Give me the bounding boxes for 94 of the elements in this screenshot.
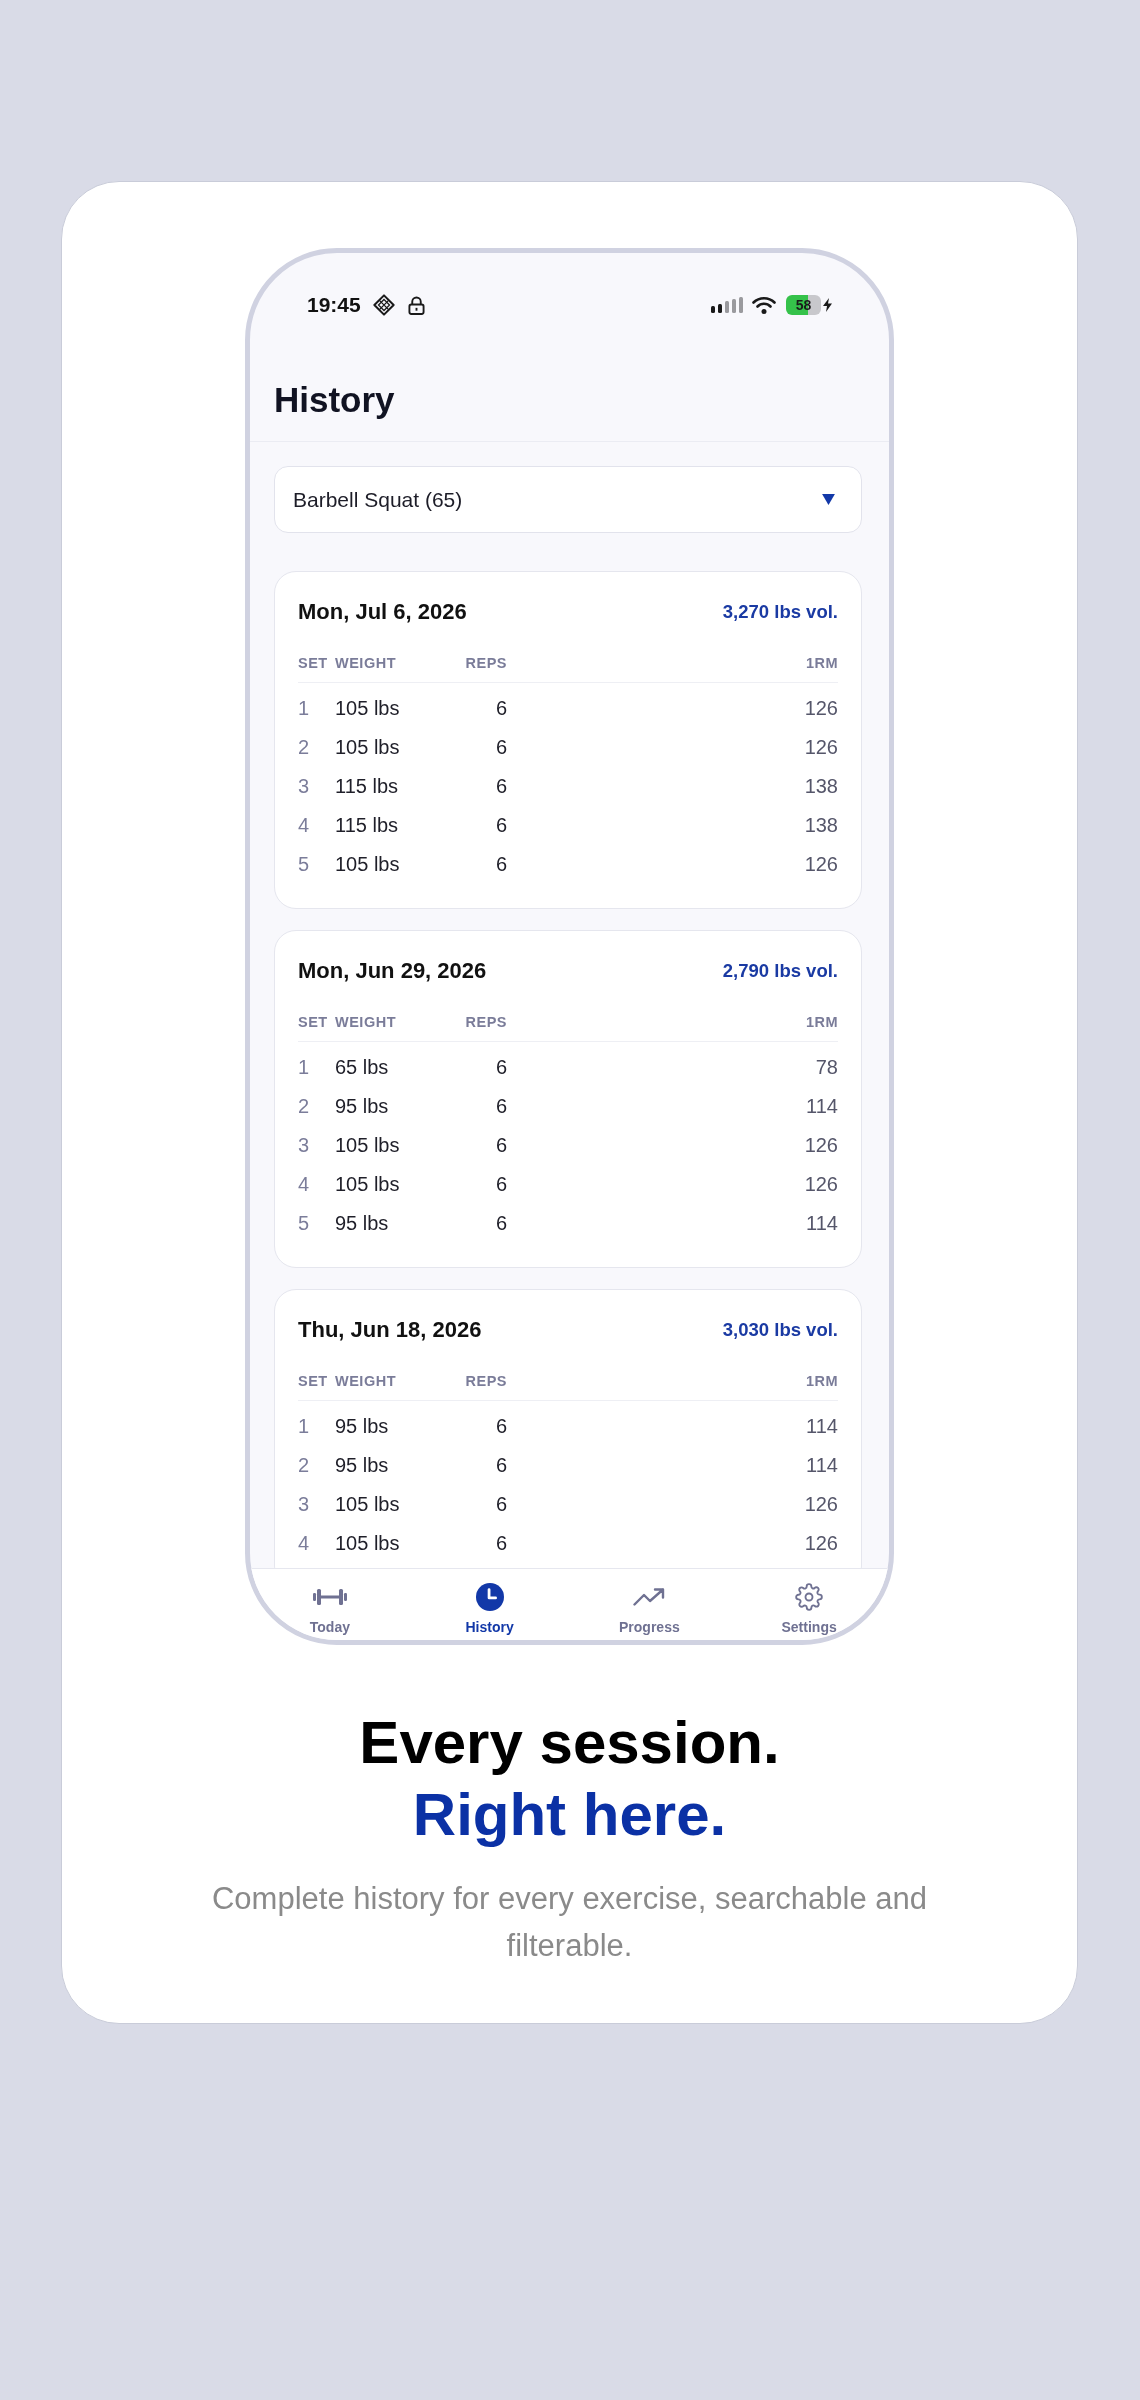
one-rep-max-value: 126 xyxy=(803,1134,838,1157)
set-number: 4 xyxy=(298,1173,311,1196)
column-header: WEIGHT xyxy=(335,1372,397,1391)
headline-accent: Right here. xyxy=(412,1780,727,1850)
one-rep-max-value: 126 xyxy=(803,1173,838,1196)
one-rep-max-value: 114 xyxy=(805,1095,838,1118)
weight-value: 95 lbs xyxy=(335,1454,390,1477)
column-header: SET xyxy=(298,1013,329,1032)
reps-value: 6 xyxy=(494,1415,507,1438)
signal-icon xyxy=(711,297,743,313)
session-date: Thu, Jun 18, 2026 xyxy=(298,1317,482,1343)
reps-value: 6 xyxy=(494,697,507,720)
column-header: REPS xyxy=(464,1013,507,1032)
weight-value: 105 lbs xyxy=(335,1173,401,1196)
reps-value: 6 xyxy=(494,1532,507,1555)
screen-title: History xyxy=(274,379,396,421)
one-rep-max-value: 114 xyxy=(805,1415,838,1438)
column-header: REPS xyxy=(464,654,507,673)
column-header: 1RM xyxy=(804,1372,838,1391)
reps-value: 6 xyxy=(494,1095,507,1118)
reps-value: 6 xyxy=(494,1212,507,1235)
weight-value: 105 lbs xyxy=(335,697,401,720)
column-header: REPS xyxy=(464,1372,507,1391)
tab-bar-item[interactable]: Settings xyxy=(729,1569,889,1640)
set-number: 2 xyxy=(298,1454,311,1477)
set-number: 1 xyxy=(298,1056,311,1079)
reps-value: 6 xyxy=(494,1134,507,1157)
clock-icon xyxy=(475,1583,504,1611)
wifi-icon xyxy=(752,296,776,314)
reps-value: 6 xyxy=(494,775,507,798)
one-rep-max-value: 126 xyxy=(803,736,838,759)
reps-value: 6 xyxy=(494,1493,507,1516)
reps-value: 6 xyxy=(494,1454,507,1477)
trending-up-icon xyxy=(633,1588,666,1606)
session-volume: 2,790 lbs vol. xyxy=(722,960,838,982)
subtitle: Complete history for every exercise, searchable and filterable. xyxy=(210,1880,929,1965)
set-number: 2 xyxy=(298,736,311,759)
session-date: Mon, Jul 6, 2026 xyxy=(298,599,467,625)
weight-value: 105 lbs xyxy=(335,1134,401,1157)
set-number: 4 xyxy=(298,1532,311,1555)
one-rep-max-value: 126 xyxy=(803,853,838,876)
set-number: 3 xyxy=(298,1134,311,1157)
session-volume: 3,270 lbs vol. xyxy=(722,601,838,623)
set-number: 3 xyxy=(298,1493,311,1516)
weight-value: 115 lbs xyxy=(335,814,399,837)
reps-value: 6 xyxy=(494,736,507,759)
column-header: WEIGHT xyxy=(335,654,397,673)
caret-icon xyxy=(822,494,835,505)
weight-value: 95 lbs xyxy=(335,1095,390,1118)
exercise-dropdown[interactable]: Barbell Squat (65) xyxy=(274,466,862,533)
one-rep-max-value: 126 xyxy=(803,697,838,720)
diamond-icon xyxy=(372,294,395,316)
session-date: Mon, Jun 29, 2026 xyxy=(298,958,487,984)
one-rep-max-value: 138 xyxy=(803,775,838,798)
weight-value: 105 lbs xyxy=(335,736,401,759)
column-header: 1RM xyxy=(804,654,838,673)
weight-value: 95 lbs xyxy=(335,1415,390,1438)
tab-bar-item[interactable]: Progress xyxy=(569,1569,730,1640)
weight-value: 105 lbs xyxy=(335,1493,401,1516)
set-number: 4 xyxy=(298,814,311,837)
column-header: 1RM xyxy=(804,1013,838,1032)
one-rep-max-value: 114 xyxy=(805,1454,838,1477)
weight-value: 65 lbs xyxy=(335,1056,390,1079)
one-rep-max-value: 138 xyxy=(803,814,838,837)
one-rep-max-value: 126 xyxy=(803,1493,838,1516)
column-header: SET xyxy=(298,654,329,673)
reps-value: 6 xyxy=(494,853,507,876)
set-number: 3 xyxy=(298,775,311,798)
tab-bar-item[interactable]: History xyxy=(409,1569,570,1640)
one-rep-max-value: 114 xyxy=(805,1212,838,1235)
reps-value: 6 xyxy=(494,1173,507,1196)
one-rep-max-value: 78 xyxy=(814,1056,838,1079)
headline: Every session. xyxy=(359,1708,780,1778)
set-number: 5 xyxy=(298,1212,311,1235)
set-number: 1 xyxy=(298,697,311,720)
reps-value: 6 xyxy=(494,1056,507,1079)
settings-icon xyxy=(795,1583,824,1611)
weight-value: 105 lbs xyxy=(335,1532,401,1555)
dumbbell-icon xyxy=(312,1587,347,1607)
tab-bar-item[interactable]: Today xyxy=(250,1569,410,1640)
charging-icon xyxy=(823,298,832,312)
column-header: WEIGHT xyxy=(335,1013,397,1032)
set-number: 5 xyxy=(298,853,311,876)
one-rep-max-value: 126 xyxy=(803,1532,838,1555)
session-volume: 3,030 lbs vol. xyxy=(722,1319,838,1341)
reps-value: 6 xyxy=(494,814,507,837)
lock-icon xyxy=(407,295,425,315)
weight-value: 95 lbs xyxy=(335,1212,390,1235)
column-header: SET xyxy=(298,1372,329,1391)
weight-value: 115 lbs xyxy=(335,775,399,798)
set-number: 1 xyxy=(298,1415,311,1438)
set-number: 2 xyxy=(298,1095,311,1118)
weight-value: 105 lbs xyxy=(335,853,401,876)
status-time: 19:45 xyxy=(307,293,361,317)
